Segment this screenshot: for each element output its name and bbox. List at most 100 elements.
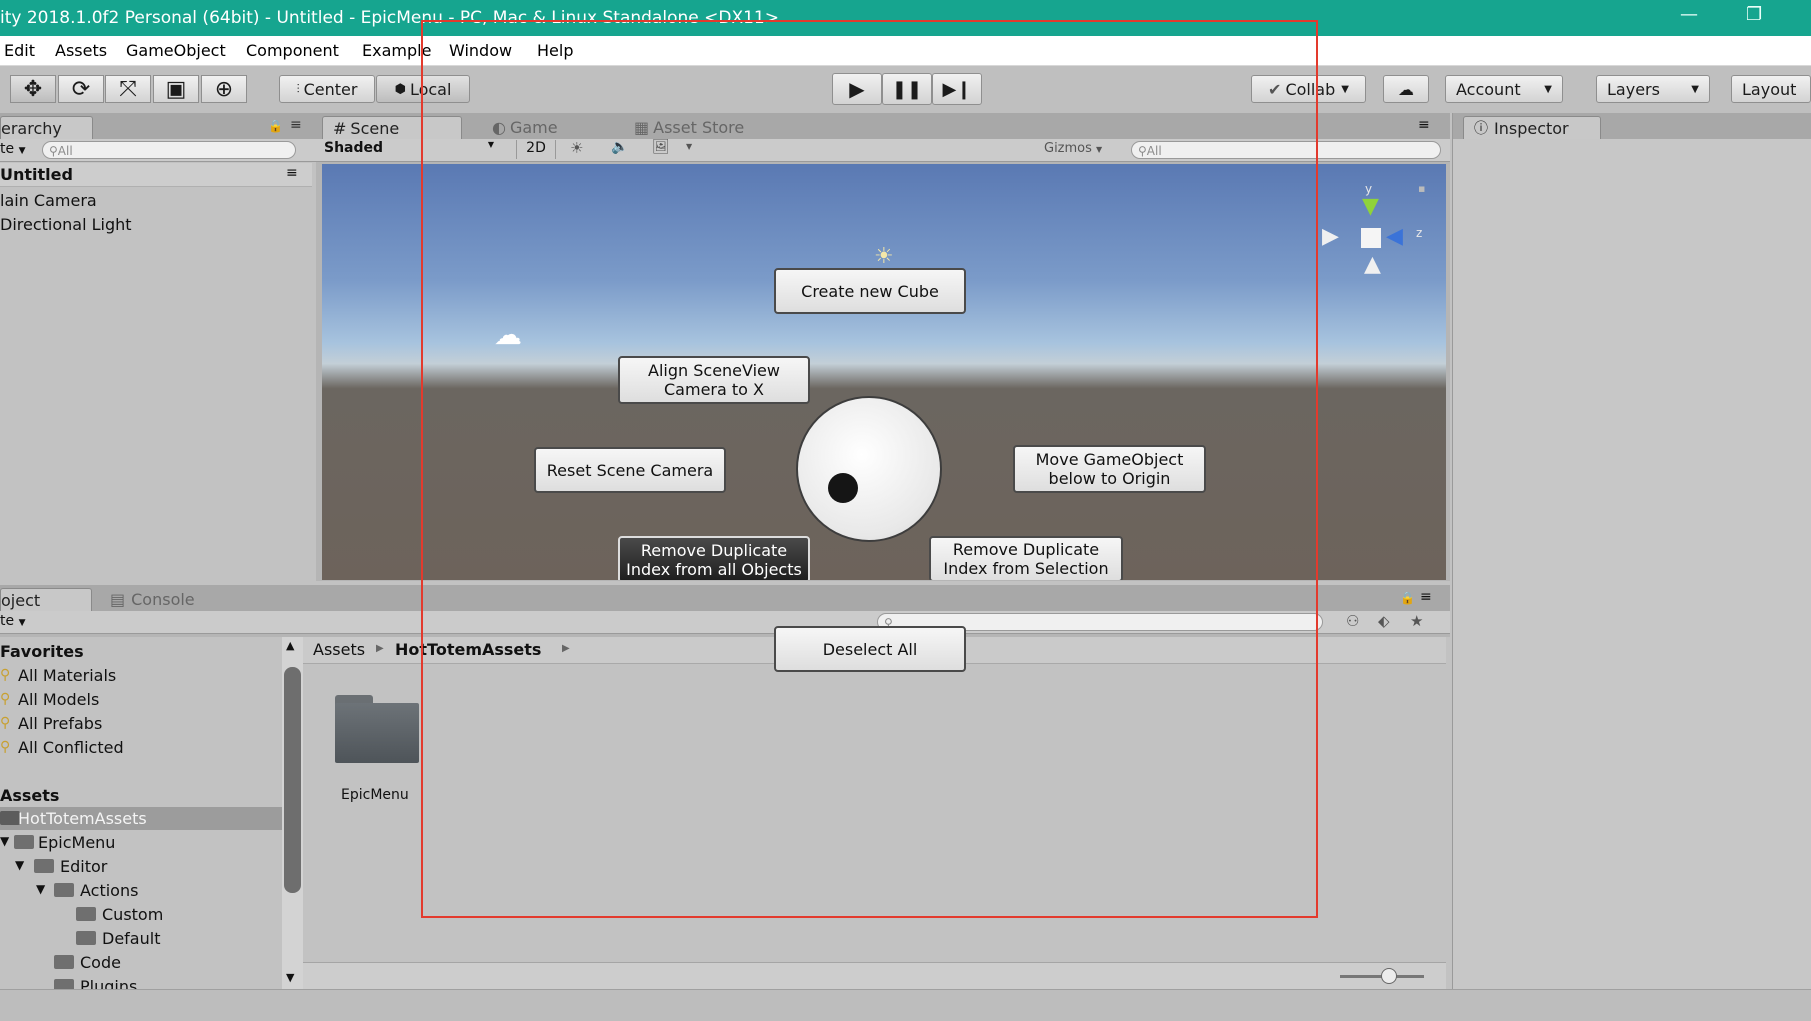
- lock-icon[interactable]: 🔒: [1400, 591, 1415, 605]
- tab-asset-store[interactable]: ▦ Asset Store: [624, 116, 754, 139]
- pivot-center-button[interactable]: ⫶ Center: [279, 75, 375, 103]
- tree-item-actions[interactable]: ▼ Actions: [0, 879, 282, 902]
- pivot-local-button[interactable]: ⬢ Local: [376, 75, 470, 103]
- menu-component[interactable]: Component: [246, 41, 339, 60]
- step-button[interactable]: ▶❙: [932, 73, 982, 105]
- project-tab-label: oject: [1, 590, 41, 610]
- scrollbar-thumb[interactable]: [284, 667, 301, 893]
- orientation-gizmo[interactable]: y ▼ ▶ ◀ z ▲ ▪: [1322, 182, 1432, 292]
- shading-dropdown[interactable]: Shaded ▼: [324, 140, 500, 159]
- hierarchy-item-main-camera[interactable]: lain Camera: [0, 191, 97, 210]
- scene-viewport[interactable]: ☀ ☁ y ▼ ▶ ◀ z ▲ ▪ Create new Cube Align …: [322, 164, 1446, 580]
- menu-window[interactable]: Window: [449, 41, 512, 60]
- layers-dropdown[interactable]: Layers ▼: [1596, 75, 1710, 103]
- tree-item-default[interactable]: Default: [0, 927, 282, 950]
- align-camera-label: Align SceneView Camera to X: [648, 361, 780, 399]
- panel-menu-icon[interactable]: ≡: [1418, 117, 1430, 133]
- remove-dup-selection-button[interactable]: Remove Duplicate Index from Selection: [929, 536, 1123, 580]
- camera-gizmo-icon[interactable]: ☁: [494, 318, 522, 351]
- zoom-slider-thumb[interactable]: [1381, 968, 1397, 984]
- hierarchy-item-directional-light[interactable]: Directional Light: [0, 215, 132, 234]
- account-dropdown[interactable]: Account ▼: [1445, 75, 1563, 103]
- tree-scrollbar[interactable]: ▲ ▼: [282, 637, 303, 989]
- tab-console[interactable]: ▤ Console: [100, 588, 205, 611]
- lock-icon[interactable]: ▪: [1418, 182, 1425, 195]
- align-camera-button[interactable]: Align SceneView Camera to X: [618, 356, 810, 404]
- project-content: Assets ▶ HotTotemAssets ▶ EpicMenu: [303, 637, 1446, 962]
- hierarchy-create-dropdown[interactable]: te ▼: [0, 141, 25, 157]
- audio-icon[interactable]: 🔈: [611, 139, 628, 155]
- play-button[interactable]: ▶: [832, 73, 882, 105]
- asset-folder-epicmenu[interactable]: EpicMenu: [333, 695, 423, 805]
- scroll-up-icon[interactable]: ▲: [286, 639, 294, 652]
- move-to-origin-button[interactable]: Move GameObject below to Origin: [1013, 445, 1206, 493]
- tab-scene[interactable]: # Scene: [322, 116, 462, 139]
- rotate-tool-icon[interactable]: ⟳: [58, 75, 104, 103]
- favorite-star-icon[interactable]: ★: [1410, 612, 1423, 630]
- light-gizmo-icon[interactable]: ☀: [874, 244, 894, 269]
- layout-dropdown[interactable]: Layout: [1731, 75, 1811, 103]
- remove-dup-all-button[interactable]: Remove Duplicate Index from all Objects: [618, 536, 810, 580]
- folder-icon: [54, 955, 74, 969]
- chevron-down-icon[interactable]: ▼: [15, 858, 24, 872]
- lock-icon[interactable]: 🔒: [268, 119, 283, 133]
- radial-selector[interactable]: [796, 396, 942, 542]
- tree-item-editor[interactable]: ▼ Editor: [0, 855, 282, 878]
- hierarchy-search-input[interactable]: ⚲All: [42, 141, 296, 159]
- create-cube-button[interactable]: Create new Cube: [774, 268, 966, 314]
- tree-item-hottotemassets[interactable]: HotTotemAssets: [0, 807, 282, 830]
- reset-camera-button[interactable]: Reset Scene Camera: [534, 447, 726, 493]
- menu-example[interactable]: Example: [362, 41, 431, 60]
- move-tool-icon[interactable]: ✥: [10, 75, 56, 103]
- mode-2d-toggle[interactable]: 2D: [516, 140, 556, 159]
- collab-button[interactable]: ✔ Collab ▼: [1251, 75, 1366, 103]
- favorites-header: Favorites: [0, 642, 84, 661]
- filter-type-icon[interactable]: ⚇: [1346, 612, 1359, 630]
- chevron-down-icon[interactable]: ▼: [686, 142, 692, 151]
- transform-tool-icon[interactable]: ⊕: [201, 75, 247, 103]
- tree-item-code[interactable]: Code: [0, 951, 282, 974]
- panel-menu-icon[interactable]: ≡: [290, 117, 302, 133]
- scene-search-input[interactable]: ⚲All: [1131, 141, 1441, 159]
- effects-icon[interactable]: 🖼: [652, 139, 670, 155]
- tree-item-plugins[interactable]: Plugins: [0, 975, 282, 989]
- tree-label: HotTotemAssets: [18, 809, 147, 828]
- minimize-icon[interactable]: —: [1680, 4, 1698, 25]
- pause-button[interactable]: ❚❚: [882, 73, 932, 105]
- panel-menu-icon[interactable]: ≡: [1420, 589, 1432, 605]
- favorite-all-models[interactable]: All Models: [18, 690, 99, 709]
- rect-tool-icon[interactable]: ▣: [153, 75, 199, 103]
- menu-assets[interactable]: Assets: [55, 41, 107, 60]
- scene-header-row[interactable]: Untitled ≡: [0, 163, 312, 187]
- tree-item-epicmenu[interactable]: ▼ EpicMenu: [0, 831, 282, 854]
- gizmos-dropdown[interactable]: Gizmos ▼: [1044, 141, 1102, 156]
- scale-tool-icon[interactable]: ⤧: [105, 75, 151, 103]
- scroll-down-icon[interactable]: ▼: [286, 971, 294, 984]
- scene-menu-icon[interactable]: ≡: [286, 165, 298, 181]
- breadcrumb-hottotemassets[interactable]: HotTotemAssets: [395, 640, 541, 659]
- favorite-all-prefabs[interactable]: All Prefabs: [18, 714, 102, 733]
- favorite-all-materials[interactable]: All Materials: [18, 666, 116, 685]
- tab-inspector[interactable]: ⓘ Inspector: [1463, 116, 1601, 139]
- tab-hierarchy[interactable]: erarchy: [0, 116, 93, 139]
- menu-gameobject[interactable]: GameObject: [126, 41, 226, 60]
- chevron-down-icon[interactable]: ▼: [0, 834, 9, 848]
- favorite-all-conflicted[interactable]: All Conflicted: [18, 738, 124, 757]
- tree-item-custom[interactable]: Custom: [0, 903, 282, 926]
- tab-game[interactable]: ◐ Game: [482, 116, 568, 139]
- filter-label-icon[interactable]: ⬖: [1378, 612, 1390, 630]
- deselect-all-button[interactable]: Deselect All: [774, 626, 966, 672]
- tree-label: Code: [80, 953, 121, 972]
- lighting-icon[interactable]: ☀: [570, 139, 583, 157]
- restore-icon[interactable]: ❐: [1746, 4, 1762, 25]
- gizmo-center-cube[interactable]: [1361, 228, 1381, 248]
- menu-edit[interactable]: Edit: [4, 41, 35, 60]
- cloud-button[interactable]: ☁: [1383, 75, 1429, 103]
- menu-help[interactable]: Help: [537, 41, 573, 60]
- chevron-down-icon[interactable]: ▼: [36, 882, 45, 896]
- breadcrumb-assets[interactable]: Assets: [313, 640, 365, 659]
- folder-icon: [34, 859, 54, 873]
- project-create-dropdown[interactable]: te ▼: [0, 613, 25, 629]
- tab-project[interactable]: oject: [0, 588, 92, 611]
- assets-header: Assets: [0, 786, 60, 805]
